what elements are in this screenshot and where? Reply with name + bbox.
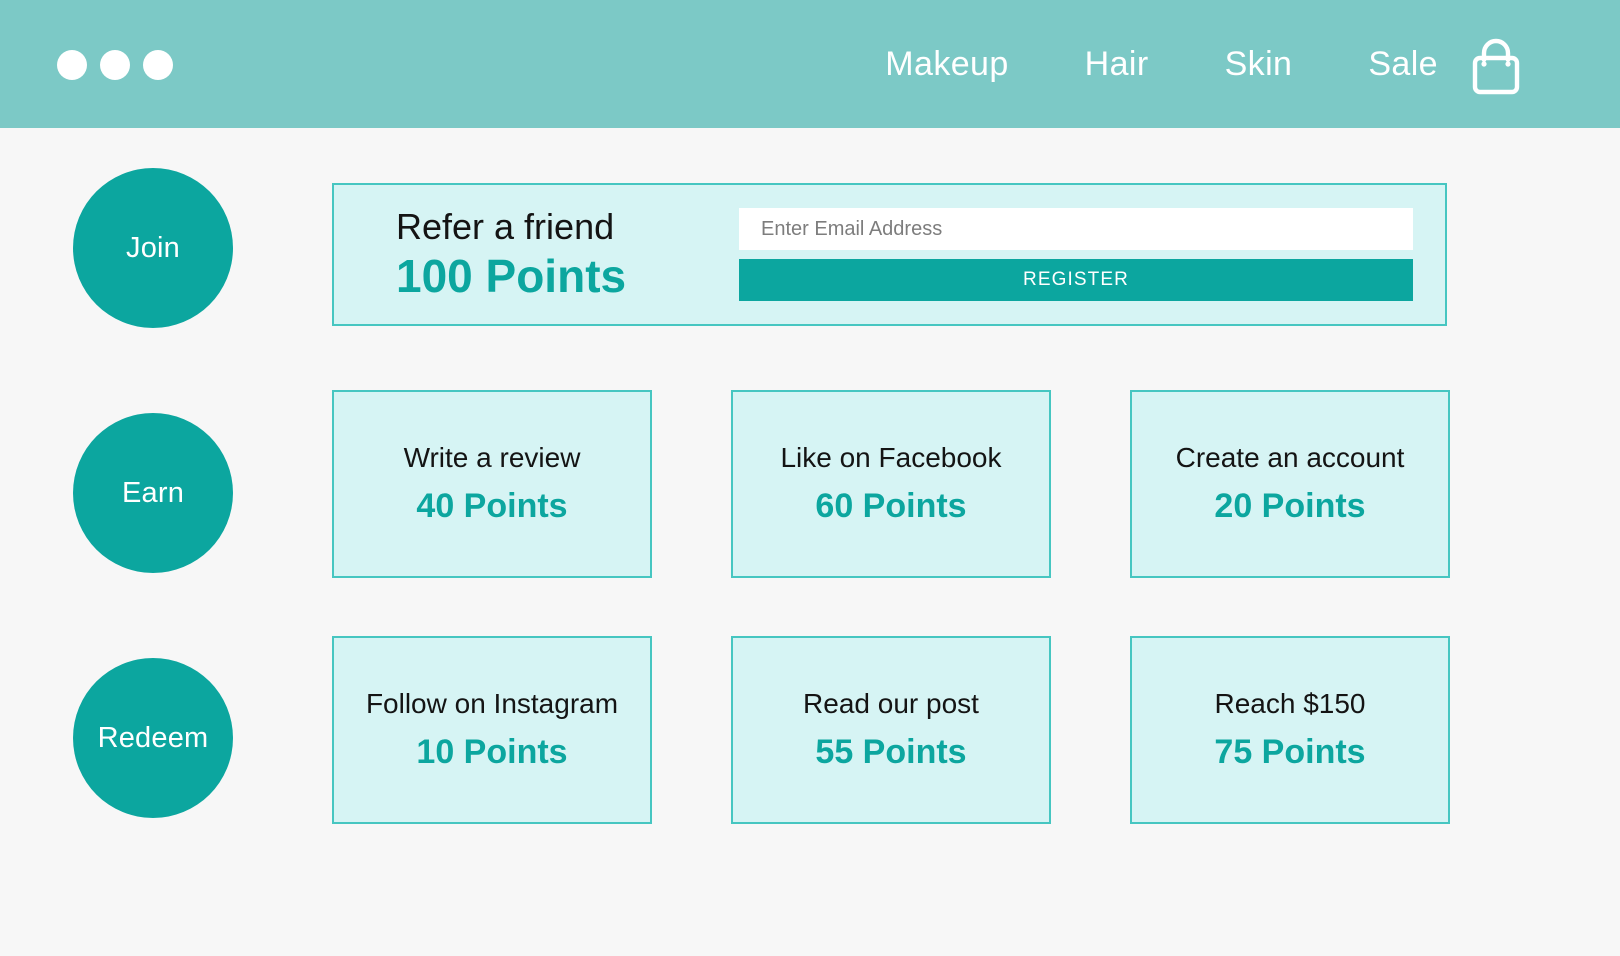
reward-points: 55 Points — [815, 732, 967, 771]
logo-dot-1 — [57, 50, 87, 80]
reward-card-follow-on-instagram[interactable]: Follow on Instagram 10 Points — [332, 636, 652, 824]
logo-dot-3 — [143, 50, 173, 80]
reward-label: Write a review — [403, 441, 581, 473]
reward-label: Reach $150 — [1214, 687, 1366, 719]
main-navigation: Makeup Hair Skin Sale — [847, 0, 1476, 128]
nav-item-makeup[interactable]: Makeup — [847, 45, 1046, 84]
reward-label: Create an account — [1175, 441, 1405, 473]
site-header: Makeup Hair Skin Sale — [0, 0, 1620, 128]
loyalty-steps: Join Earn Redeem — [73, 168, 233, 903]
reward-label: Follow on Instagram — [365, 687, 619, 719]
refer-title: Refer a friend — [396, 206, 615, 248]
reward-card-create-an-account[interactable]: Create an account 20 Points — [1130, 390, 1450, 578]
reward-points: 60 Points — [815, 486, 967, 525]
rewards-grid: Write a review 40 Points Like on Faceboo… — [332, 390, 1450, 824]
logo-dot-2 — [100, 50, 130, 80]
reward-points: 75 Points — [1214, 732, 1366, 771]
reward-card-like-on-facebook[interactable]: Like on Facebook 60 Points — [731, 390, 1051, 578]
step-circle-redeem[interactable]: Redeem — [73, 658, 233, 818]
reward-label: Like on Facebook — [780, 441, 1002, 473]
reward-card-read-our-post[interactable]: Read our post 55 Points — [731, 636, 1051, 824]
reward-points: 20 Points — [1214, 486, 1366, 525]
nav-item-skin[interactable]: Skin — [1187, 45, 1331, 84]
reward-card-write-a-review[interactable]: Write a review 40 Points — [332, 390, 652, 578]
reward-points: 10 Points — [416, 732, 568, 771]
reward-card-reach-150[interactable]: Reach $150 75 Points — [1130, 636, 1450, 824]
step-circle-join[interactable]: Join — [73, 168, 233, 328]
three-dots-logo[interactable] — [57, 50, 173, 80]
nav-item-hair[interactable]: Hair — [1047, 45, 1187, 84]
reward-label: Read our post — [803, 687, 979, 719]
step-circle-earn[interactable]: Earn — [73, 413, 233, 573]
email-field[interactable] — [739, 208, 1413, 250]
refer-a-friend-banner: Refer a friend 100 Points REGISTER — [332, 183, 1447, 326]
nav-item-sale[interactable]: Sale — [1330, 45, 1476, 84]
reward-points: 40 Points — [416, 486, 568, 525]
refer-form: REGISTER — [739, 208, 1445, 301]
refer-text-group: Refer a friend 100 Points — [334, 208, 739, 300]
register-button[interactable]: REGISTER — [739, 259, 1413, 301]
shopping-bag-icon[interactable] — [1467, 36, 1525, 96]
refer-points: 100 Points — [396, 250, 627, 303]
